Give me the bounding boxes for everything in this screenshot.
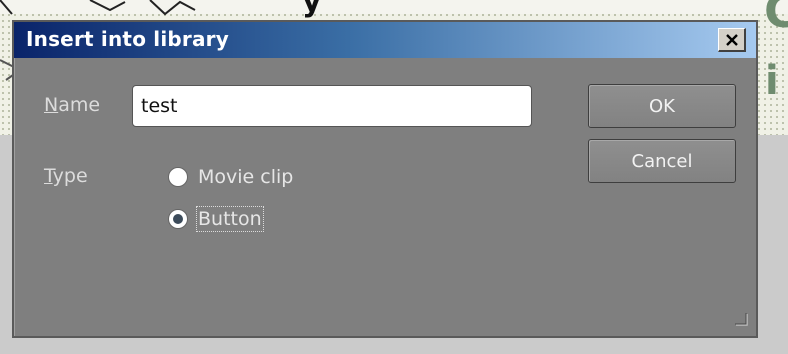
name-label-mnemonic: N (44, 94, 59, 116)
radio-button[interactable] (168, 209, 188, 229)
radio-label-movie-clip: Movie clip (198, 166, 294, 188)
name-input[interactable] (132, 85, 532, 127)
radio-movie-clip[interactable] (168, 167, 188, 187)
radio-option-movie-clip[interactable]: Movie clip (168, 162, 293, 192)
cancel-button[interactable]: Cancel (588, 139, 736, 183)
type-label: Type (44, 165, 88, 187)
radio-option-button[interactable]: Button (168, 204, 264, 234)
radio-label-button: Button (196, 206, 264, 232)
background-letters-bottom: i (765, 58, 779, 104)
close-button[interactable] (718, 28, 746, 52)
close-icon (725, 33, 738, 46)
background-title-fragment: y (302, 0, 322, 19)
insert-into-library-dialog: Insert into library Name Type Movie clip… (12, 20, 758, 338)
screen: y C i Insert into library Name Type Movi… (0, 0, 788, 354)
type-label-rest: ype (52, 165, 88, 187)
ok-button[interactable]: OK (588, 84, 736, 128)
resize-grip-icon[interactable] (734, 312, 748, 326)
dialog-titlebar[interactable]: Insert into library (14, 22, 756, 58)
type-label-mnemonic: T (44, 165, 53, 187)
dialog-title: Insert into library (26, 27, 229, 51)
name-label-rest: ame (58, 94, 101, 116)
background-letters-top: C (764, 0, 788, 38)
name-label: Name (44, 94, 100, 116)
